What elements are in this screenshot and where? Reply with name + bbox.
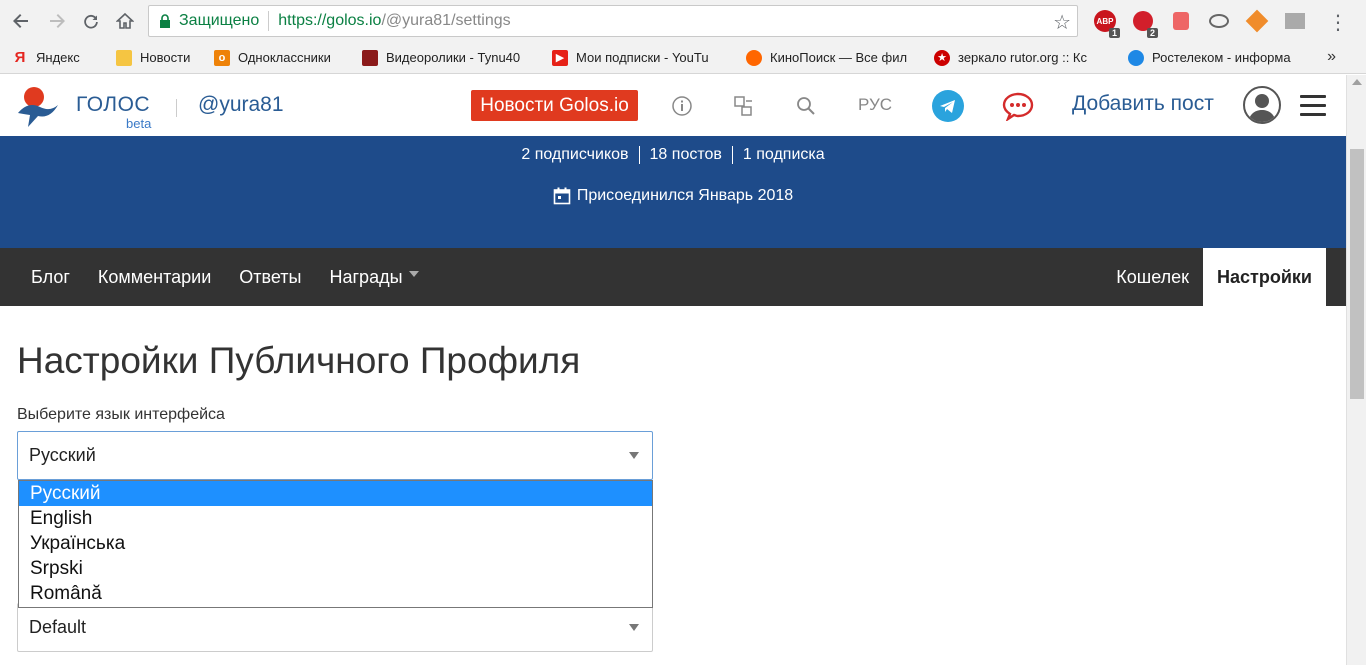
profile-tabs: Блог Комментарии Ответы Награды Кошелек … xyxy=(0,248,1346,306)
bookmark-item[interactable]: Ростелеком - информа xyxy=(1128,49,1296,66)
page-scrollbar[interactable] xyxy=(1346,75,1366,665)
secure-label: Защищено xyxy=(179,12,260,29)
chevron-down-icon xyxy=(408,271,419,277)
bookmark-item[interactable]: Новости xyxy=(116,49,198,66)
tab-blog[interactable]: Блог xyxy=(0,248,84,306)
profile-banner: 2 подписчиков 18 постов 1 подписка Присо… xyxy=(0,136,1346,248)
hamburger-menu-icon[interactable] xyxy=(1300,95,1326,116)
golos-logo-icon[interactable] xyxy=(14,83,60,129)
add-post-link[interactable]: Добавить пост xyxy=(1072,92,1214,116)
language-select-value: Русский xyxy=(29,445,96,465)
tabs-right-group: Кошелек Настройки xyxy=(1102,248,1326,306)
browser-menu-icon[interactable]: ⋮ xyxy=(1328,10,1348,35)
header-username[interactable]: @yura81 xyxy=(198,93,284,117)
calendar-icon xyxy=(553,187,571,205)
rostelecom-icon xyxy=(1128,49,1144,66)
rutor-icon: ★ xyxy=(934,49,950,66)
forward-icon[interactable] xyxy=(40,4,74,38)
language-option[interactable]: Русский xyxy=(19,481,652,506)
tab-settings[interactable]: Настройки xyxy=(1203,248,1326,306)
posts-count: 18 постов xyxy=(640,146,733,164)
language-dropdown-list: Русский English Українська Srpski Română xyxy=(18,480,653,608)
following-count[interactable]: 1 подписка xyxy=(733,146,835,164)
tab-rewards-label: Награды xyxy=(329,266,403,287)
tab-comments[interactable]: Комментарии xyxy=(84,248,225,306)
bookmark-star-icon[interactable]: ☆ xyxy=(1053,10,1071,35)
avatar[interactable] xyxy=(1243,86,1281,124)
user-icon xyxy=(1248,94,1276,122)
url-path: /@yura81/settings xyxy=(381,12,511,29)
language-select[interactable]: Русский xyxy=(17,431,653,480)
bookmark-item[interactable]: ▶ Мои подписки - YouTu xyxy=(552,49,730,66)
video-icon xyxy=(362,49,378,66)
search-icon[interactable] xyxy=(795,95,817,117)
extensions: ABP 1 2 xyxy=(1090,6,1310,38)
eye-extension-icon[interactable] xyxy=(1204,6,1234,36)
header-divider xyxy=(176,99,177,117)
theme-select-value: Default xyxy=(29,617,87,637)
bookmark-item[interactable]: КиноПоиск — Все фил xyxy=(746,49,918,66)
lock-icon xyxy=(160,14,170,28)
joined-text: Присоединился Январь 2018 xyxy=(576,187,794,204)
dropdown-arrow-icon xyxy=(629,624,639,631)
followers-count[interactable]: 2 подписчиков xyxy=(511,146,640,164)
tab-rewards[interactable]: Награды xyxy=(315,248,432,306)
news-button[interactable]: Новости Golos.io xyxy=(471,90,638,121)
beta-label: beta xyxy=(126,116,152,131)
language-option[interactable]: Română xyxy=(19,581,652,606)
profile-stats: 2 подписчиков 18 постов 1 подписка xyxy=(0,146,1346,164)
youtube-icon: ▶ xyxy=(552,49,568,66)
dropdown-arrow-icon xyxy=(629,452,639,459)
scroll-up-icon[interactable] xyxy=(1352,79,1362,85)
language-option[interactable]: Srpski xyxy=(19,556,652,581)
url-host: https://golos.io xyxy=(278,12,382,29)
telegram-icon[interactable] xyxy=(932,90,964,122)
omnibox-separator xyxy=(268,11,270,31)
language-switch[interactable]: РУС xyxy=(858,95,892,115)
bookmark-item[interactable]: ★ зеркало rutor.org :: Кс xyxy=(934,49,1112,66)
bookmarks-bar: Я Яндекс Новости о Одноклассники Видеороли… xyxy=(0,42,1366,74)
image-extension-icon[interactable] xyxy=(1280,6,1310,36)
bookmark-item[interactable]: Видеоролики - Tynu40 xyxy=(362,49,536,66)
shield-extension-icon[interactable] xyxy=(1166,6,1196,36)
bookmark-item[interactable]: Я Яндекс xyxy=(12,50,100,66)
bookmarks-overflow-icon[interactable]: » xyxy=(1327,48,1336,66)
scroll-thumb[interactable] xyxy=(1350,149,1364,399)
info-icon[interactable] xyxy=(671,95,693,117)
fox-extension-icon[interactable] xyxy=(1242,6,1272,36)
chat-icon[interactable] xyxy=(1002,91,1034,121)
home-icon[interactable] xyxy=(108,4,142,38)
bookmark-item[interactable]: о Одноклассники xyxy=(214,49,346,66)
tab-replies[interactable]: Ответы xyxy=(225,248,315,306)
address-bar[interactable]: Защищено https://golos.io /@yura81/setti… xyxy=(148,5,1078,37)
opera-extension-icon[interactable]: 2 xyxy=(1128,6,1158,38)
yandex-icon: Я xyxy=(14,49,26,66)
vote-icon[interactable] xyxy=(733,95,755,117)
language-option[interactable]: Українська xyxy=(19,531,652,556)
reload-icon[interactable] xyxy=(74,4,108,38)
language-label: Выберите язык интерфейса xyxy=(17,406,225,423)
browser-toolbar: Защищено https://golos.io /@yura81/setti… xyxy=(0,0,1366,42)
tab-wallet[interactable]: Кошелек xyxy=(1102,248,1203,306)
language-option[interactable]: English xyxy=(19,506,652,531)
folder-icon xyxy=(116,49,132,66)
back-icon[interactable] xyxy=(4,4,38,38)
brand-name[interactable]: ГОЛОС xyxy=(76,93,150,117)
site-header: ГОЛОС beta @yura81 Новости Golos.io РУС … xyxy=(0,75,1346,136)
joined-date: Присоединился Январь 2018 xyxy=(0,187,1346,205)
adblock-icon[interactable]: ABP 1 xyxy=(1090,6,1120,38)
theme-select[interactable]: Default xyxy=(17,603,653,652)
page-title: Настройки Публичного Профиля xyxy=(17,340,581,381)
ok-icon: о xyxy=(214,49,230,66)
kinopoisk-icon xyxy=(746,49,762,66)
